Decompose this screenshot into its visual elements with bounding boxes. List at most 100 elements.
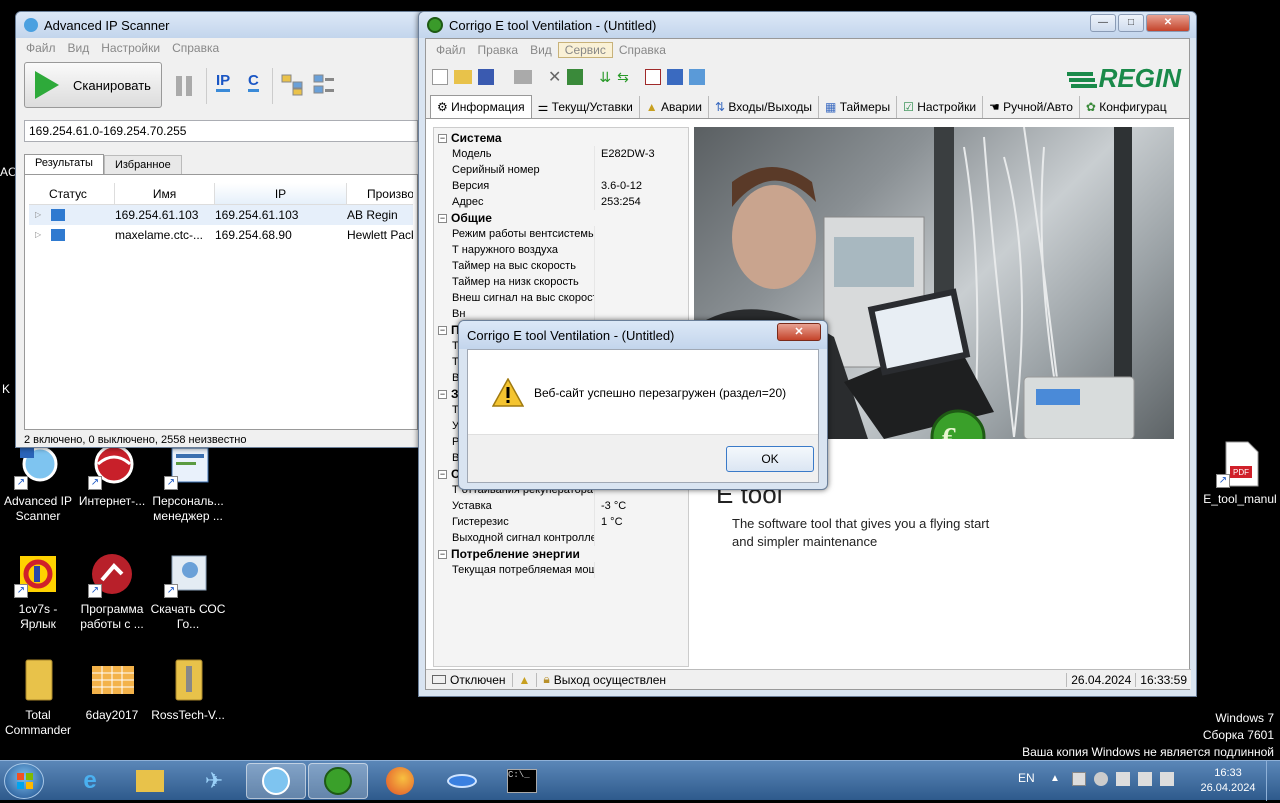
taskbar-mail[interactable]: ✈ [184, 763, 244, 799]
usb-icon[interactable] [1116, 772, 1130, 786]
table-row[interactable]: ▷ 169.254.61.103 169.254.61.103 AB Regin [29, 205, 413, 225]
taskbar-explorer[interactable] [120, 763, 180, 799]
tray-app-icon[interactable] [1094, 772, 1108, 786]
desktop-icon-1cv7s[interactable]: ↗ 1cv7s - Ярлык [0, 550, 76, 632]
menu-edit[interactable]: Правка [472, 43, 525, 57]
collapse-icon[interactable]: − [438, 133, 447, 143]
col-ip[interactable]: IP [215, 183, 347, 204]
volume-icon[interactable] [1160, 772, 1174, 786]
tab-results[interactable]: Результаты [24, 154, 104, 174]
col-vendor[interactable]: Произво [347, 183, 413, 204]
save-icon[interactable] [478, 69, 494, 85]
collapse-icon[interactable]: − [438, 469, 447, 479]
col-name[interactable]: Имя [115, 183, 215, 204]
edit-icon[interactable] [666, 69, 683, 85]
message-dialog[interactable]: Corrigo E tool Ventilation - (Untitled) … [458, 320, 828, 490]
taskbar-firefox[interactable] [370, 763, 430, 799]
desktop-icon-personal-manager[interactable]: ↗ Персональ... менеджер ... [150, 442, 226, 524]
transfer-icon[interactable]: ⇆ [617, 69, 629, 86]
expand-icon[interactable] [281, 74, 303, 96]
collapse-icon[interactable]: − [438, 325, 447, 335]
network-icon[interactable] [1072, 772, 1086, 786]
show-desktop-button[interactable] [1266, 761, 1280, 801]
menu-settings[interactable]: Настройки [95, 41, 166, 55]
expand-arrow-icon[interactable]: ▷ [35, 205, 41, 225]
dialog-titlebar[interactable]: Corrigo E tool Ventilation - (Untitled) [459, 321, 827, 349]
menu-file[interactable]: Файл [20, 41, 62, 55]
ip-scanner-titlebar[interactable]: Advanced IP Scanner [16, 12, 426, 38]
minimize-button[interactable]: — [1090, 14, 1116, 32]
close-button[interactable]: ✕ [1146, 14, 1190, 32]
tab-manual-auto[interactable]: ☚ Ручной/Авто [983, 96, 1080, 118]
tab-inputs-outputs[interactable]: ⇅ Входы/Выходы [709, 96, 820, 118]
menu-help[interactable]: Справка [613, 43, 672, 57]
taskbar-etool[interactable] [308, 763, 368, 799]
scan-button[interactable]: Сканировать [24, 62, 162, 108]
tab-settings[interactable]: ☑ Настройки [897, 96, 984, 118]
action-center-icon[interactable] [1138, 772, 1152, 786]
tree-row[interactable]: Версия 3.6-0-12 [434, 178, 688, 194]
collapse-icon[interactable] [313, 74, 335, 96]
pause-icon[interactable] [176, 76, 192, 96]
tree-row[interactable]: Режим работы вентсистемы [434, 226, 688, 242]
tree-row[interactable]: Внеш сигнал на выс скорость [434, 290, 688, 306]
collapse-icon[interactable]: − [438, 549, 447, 559]
tree-row[interactable]: Таймер на низк скорость [434, 274, 688, 290]
expand-arrow-icon[interactable]: ▷ [35, 225, 41, 245]
tree-row[interactable]: Таймер на выс скорость [434, 258, 688, 274]
desktop-icon-download-cos[interactable]: ↗ Скачать СОС Го... [150, 550, 226, 632]
tree-row[interactable]: Т наружного воздуха [434, 242, 688, 258]
chart-icon[interactable] [644, 69, 661, 85]
desktop-icon-6day2017[interactable]: 6day2017 [74, 656, 150, 723]
tree-group[interactable]: − Потребление энергии [434, 546, 688, 562]
collapse-icon[interactable]: − [438, 213, 447, 223]
new-icon[interactable] [432, 69, 448, 85]
menu-view[interactable]: Вид [524, 43, 558, 57]
open-icon[interactable] [454, 70, 472, 84]
tab-current-setpoints[interactable]: ⚌ Текущ/Уставки [532, 96, 640, 118]
tab-timers[interactable]: ▦ Таймеры [819, 96, 898, 118]
tree-row[interactable]: Адрес 253:254 [434, 194, 688, 210]
dialog-close-button[interactable]: ✕ [777, 323, 821, 341]
desktop-icon-internet[interactable]: ↗ Интернет-... [74, 442, 150, 509]
tree-group[interactable]: − Система [434, 130, 688, 146]
language-indicator[interactable]: EN [1018, 771, 1035, 785]
taskbar-ip-scanner[interactable] [246, 763, 306, 799]
refresh-icon[interactable] [567, 69, 584, 85]
desktop-icon-advanced-ip-scanner[interactable]: ↗ Advanced IP Scanner [0, 442, 76, 524]
maximize-button[interactable]: □ [1118, 14, 1144, 32]
tree-group[interactable]: − Общие [434, 210, 688, 226]
desktop-icon-rosstech[interactable]: RossTech-V... [150, 656, 226, 723]
menu-help[interactable]: Справка [166, 41, 225, 55]
corrigo-titlebar[interactable]: Corrigo E tool Ventilation - (Untitled) [419, 12, 1196, 38]
show-hidden-icons[interactable]: ▲ [1050, 773, 1060, 784]
tree-row[interactable]: Гистерезис 1 °C [434, 514, 688, 530]
table-row[interactable]: ▷ maxelame.ctc-... 169.254.68.90 Hewlett… [29, 225, 413, 245]
ip-scanner-window[interactable]: Advanced IP Scanner Файл Вид Настройки С… [15, 11, 427, 448]
tab-alarms[interactable]: ▲ Аварии [640, 96, 709, 118]
tab-configuration[interactable]: ✿ Конфигурац [1080, 96, 1173, 118]
menu-view[interactable]: Вид [62, 41, 96, 55]
taskbar-cmd[interactable]: C:\_ [492, 763, 552, 799]
clock[interactable]: 16:33 26.04.2024 [1198, 766, 1258, 796]
tree-row[interactable]: Модель E282DW-3 [434, 146, 688, 162]
col-status[interactable]: Статус [29, 183, 115, 204]
collapse-icon[interactable]: − [438, 389, 447, 399]
start-button[interactable] [4, 763, 44, 799]
taskbar-app[interactable] [432, 763, 492, 799]
cancel-icon[interactable]: ✕ [548, 67, 561, 87]
print-icon[interactable] [514, 70, 532, 84]
tab-favorites[interactable]: Избранное [103, 155, 182, 174]
connect-icon[interactable] [688, 69, 705, 85]
ip-button[interactable]: IP [216, 72, 231, 92]
tree-row[interactable]: Уставка -3 °C [434, 498, 688, 514]
tab-info[interactable]: ⚙ Информация [430, 95, 532, 118]
menu-file[interactable]: Файл [430, 43, 472, 57]
desktop-icon-program[interactable]: ↗ Программа работы с ... [74, 550, 150, 632]
taskbar-ie[interactable]: e [60, 763, 120, 799]
ok-button[interactable]: OK [726, 446, 814, 472]
menu-service[interactable]: Сервис [557, 42, 613, 58]
tree-row[interactable]: Серийный номер [434, 162, 688, 178]
download-icon[interactable]: ⇊ [599, 69, 611, 86]
tree-row[interactable]: Текущая потребляемая мощ... [434, 562, 688, 578]
